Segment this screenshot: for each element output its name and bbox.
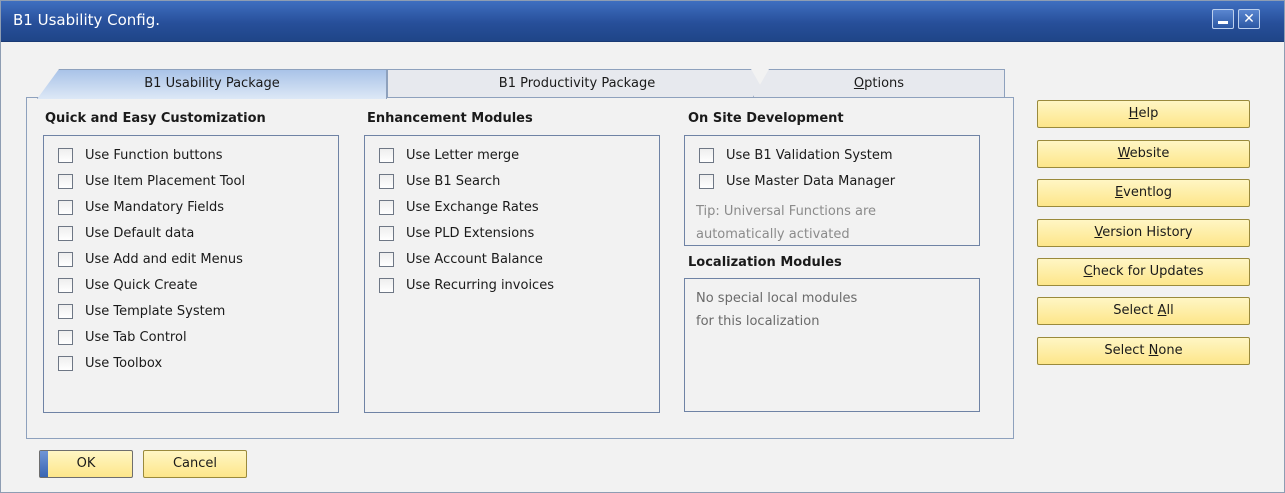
onsite-development-title: On Site Development — [688, 111, 844, 126]
localization-note: No special local modules — [696, 291, 858, 306]
checkbox-row[interactable]: Use Quick Create — [58, 276, 198, 294]
checkbox-row[interactable]: Use Tab Control — [58, 328, 187, 346]
tip-text: Tip: Universal Functions are — [696, 204, 877, 219]
checkbox-row[interactable]: Use B1 Validation System — [699, 146, 893, 164]
checkbox[interactable] — [699, 173, 714, 189]
checkbox-row[interactable]: Use B1 Search — [379, 172, 500, 190]
checkbox-row[interactable]: Use Add and edit Menus — [58, 250, 243, 268]
checkbox-row[interactable]: Use Recurring invoices — [379, 276, 554, 294]
tab-productivity-package[interactable]: B1 Productivity Package — [387, 69, 767, 97]
checkbox[interactable] — [58, 199, 73, 215]
enhancement-modules-title: Enhancement Modules — [367, 111, 533, 126]
checkbox-row[interactable]: Use Letter merge — [379, 146, 519, 164]
checkbox-row[interactable]: Use Master Data Manager — [699, 172, 895, 190]
minimize-icon — [1218, 21, 1228, 24]
default-button-accent — [40, 451, 48, 477]
onsite-development-box: Use B1 Validation System Use Master Data… — [684, 135, 980, 246]
checkbox-row[interactable]: Use Mandatory Fields — [58, 198, 224, 216]
tab-label: B1 Productivity Package — [498, 76, 656, 91]
checkbox[interactable] — [379, 277, 394, 293]
checkbox-row[interactable]: Use Template System — [58, 302, 225, 320]
checkbox[interactable] — [379, 199, 394, 215]
enhancement-modules-box: Use Letter merge Use B1 Search Use Excha… — [364, 135, 660, 413]
localization-note: for this localization — [696, 314, 820, 329]
checkbox[interactable] — [58, 251, 73, 267]
cancel-button[interactable]: Cancel — [143, 450, 247, 478]
select-none-button[interactable]: Select None — [1037, 337, 1250, 365]
tip-text: automatically activated — [696, 227, 850, 242]
close-button[interactable]: ✕ — [1238, 9, 1260, 29]
checkbox-row[interactable]: Use Item Placement Tool — [58, 172, 245, 190]
checkbox-row[interactable]: Use PLD Extensions — [379, 224, 534, 242]
select-all-button[interactable]: Select All — [1037, 297, 1250, 325]
checkbox[interactable] — [379, 173, 394, 189]
ok-button[interactable]: OK — [39, 450, 133, 478]
minimize-button[interactable] — [1212, 9, 1234, 29]
tab-options[interactable]: Options — [753, 69, 1005, 97]
checkbox[interactable] — [58, 225, 73, 241]
checkbox-row[interactable]: Use Exchange Rates — [379, 198, 539, 216]
checkbox-row[interactable]: Use Account Balance — [379, 250, 543, 268]
checkbox[interactable] — [58, 355, 73, 371]
tab-panel: Quick and Easy Customization Use Functio… — [26, 97, 1014, 439]
checkbox[interactable] — [58, 329, 73, 345]
checkbox-row[interactable]: Use Toolbox — [58, 354, 162, 372]
checkbox[interactable] — [58, 277, 73, 293]
checkbox[interactable] — [58, 303, 73, 319]
quick-customization-box: Use Function buttons Use Item Placement … — [43, 135, 339, 413]
close-icon: ✕ — [1243, 11, 1255, 27]
check-for-updates-button[interactable]: Check for Updates — [1037, 258, 1250, 286]
help-button[interactable]: Help — [1037, 100, 1250, 128]
checkbox-row[interactable]: Use Default data — [58, 224, 194, 242]
title-bar[interactable]: B1 Usability Config. ✕ — [1, 1, 1284, 42]
checkbox[interactable] — [58, 173, 73, 189]
version-history-button[interactable]: Version History — [1037, 219, 1250, 247]
checkbox-row[interactable]: Use Function buttons — [58, 146, 223, 164]
tab-label: ptions — [864, 76, 905, 91]
quick-customization-title: Quick and Easy Customization — [45, 111, 266, 126]
checkbox[interactable] — [379, 147, 394, 163]
localization-modules-title: Localization Modules — [688, 255, 842, 270]
checkbox[interactable] — [58, 147, 73, 163]
tab-usability-package[interactable]: B1 Usability Package — [37, 69, 387, 99]
checkbox[interactable] — [379, 225, 394, 241]
website-button[interactable]: Website — [1037, 140, 1250, 168]
checkbox[interactable] — [379, 251, 394, 267]
config-window: B1 Usability Config. ✕ B1 Usability Pack… — [0, 0, 1285, 493]
localization-modules-box: No special local modules for this locali… — [684, 278, 980, 412]
checkbox[interactable] — [699, 147, 714, 163]
window-title: B1 Usability Config. — [13, 11, 161, 29]
eventlog-button[interactable]: Eventlog — [1037, 179, 1250, 207]
tab-label: B1 Usability Package — [144, 76, 280, 91]
